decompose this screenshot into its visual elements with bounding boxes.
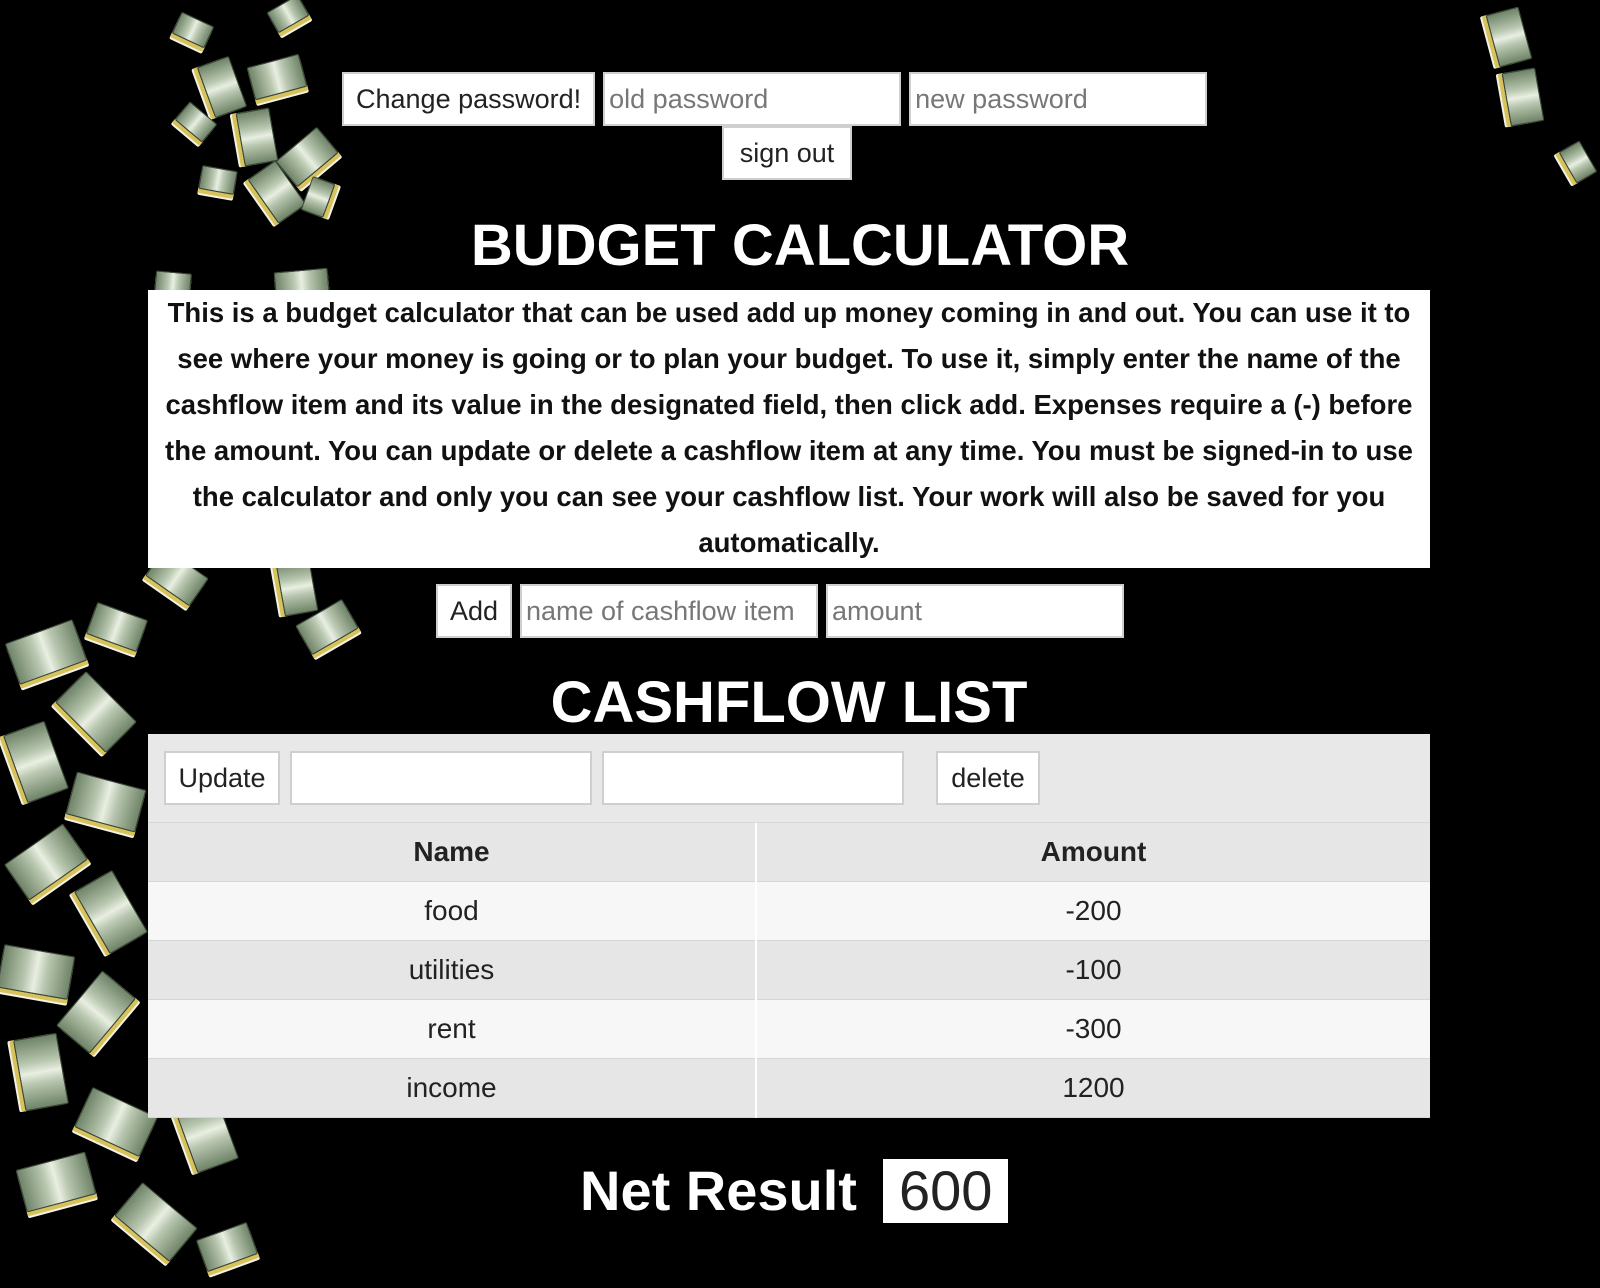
password-change-row: Change password!: [342, 72, 1208, 126]
column-header-name: Name: [148, 823, 757, 882]
item-amount-input[interactable]: [826, 584, 1124, 638]
row-amount-cell: -100: [756, 940, 1430, 1000]
table-row[interactable]: rent -300: [148, 999, 1430, 1059]
net-result-value: 600: [882, 1158, 1009, 1223]
cashflow-table: Name Amount food -200 utilities -100 ren…: [148, 823, 1430, 1118]
page-title: BUDGET CALCULATOR: [470, 213, 1130, 278]
row-amount-cell: -200: [756, 881, 1430, 941]
update-amount-input[interactable]: [602, 751, 904, 805]
budget-calculator-page: Change password! sign out BUDGET CALCULA…: [0, 0, 1600, 1288]
row-amount-cell: -300: [756, 999, 1430, 1059]
row-amount-cell: 1200: [756, 1058, 1430, 1118]
add-button[interactable]: Add: [436, 584, 512, 638]
row-name-cell: income: [148, 1058, 757, 1118]
table-row[interactable]: utilities -100: [148, 940, 1430, 1000]
change-password-button[interactable]: Change password!: [342, 72, 596, 126]
cashflow-list-title: CASHFLOW LIST: [148, 672, 1430, 734]
table-row[interactable]: income 1200: [148, 1058, 1430, 1118]
table-header-row: Name Amount: [148, 823, 1430, 882]
item-name-input[interactable]: [520, 584, 818, 638]
column-header-amount: Amount: [756, 823, 1430, 882]
update-name-input[interactable]: [290, 751, 592, 805]
net-result: Net Result 600: [580, 1158, 1009, 1223]
table-row[interactable]: food -200: [148, 881, 1430, 941]
old-password-input[interactable]: [603, 72, 902, 126]
cashflow-list-panel: Update delete Name Amount food -200 util…: [148, 734, 1430, 1118]
description-text: This is a budget calculator that can be …: [148, 290, 1430, 568]
add-item-row: Add: [436, 584, 1124, 638]
update-button[interactable]: Update: [164, 751, 280, 805]
row-name-cell: rent: [148, 999, 757, 1059]
delete-button[interactable]: delete: [936, 751, 1040, 805]
row-name-cell: food: [148, 881, 757, 941]
new-password-input[interactable]: [909, 72, 1208, 126]
net-result-label: Net Result: [580, 1159, 857, 1222]
sign-out-button[interactable]: sign out: [722, 126, 852, 180]
row-name-cell: utilities: [148, 940, 757, 1000]
edit-item-row: Update delete: [148, 734, 1430, 823]
